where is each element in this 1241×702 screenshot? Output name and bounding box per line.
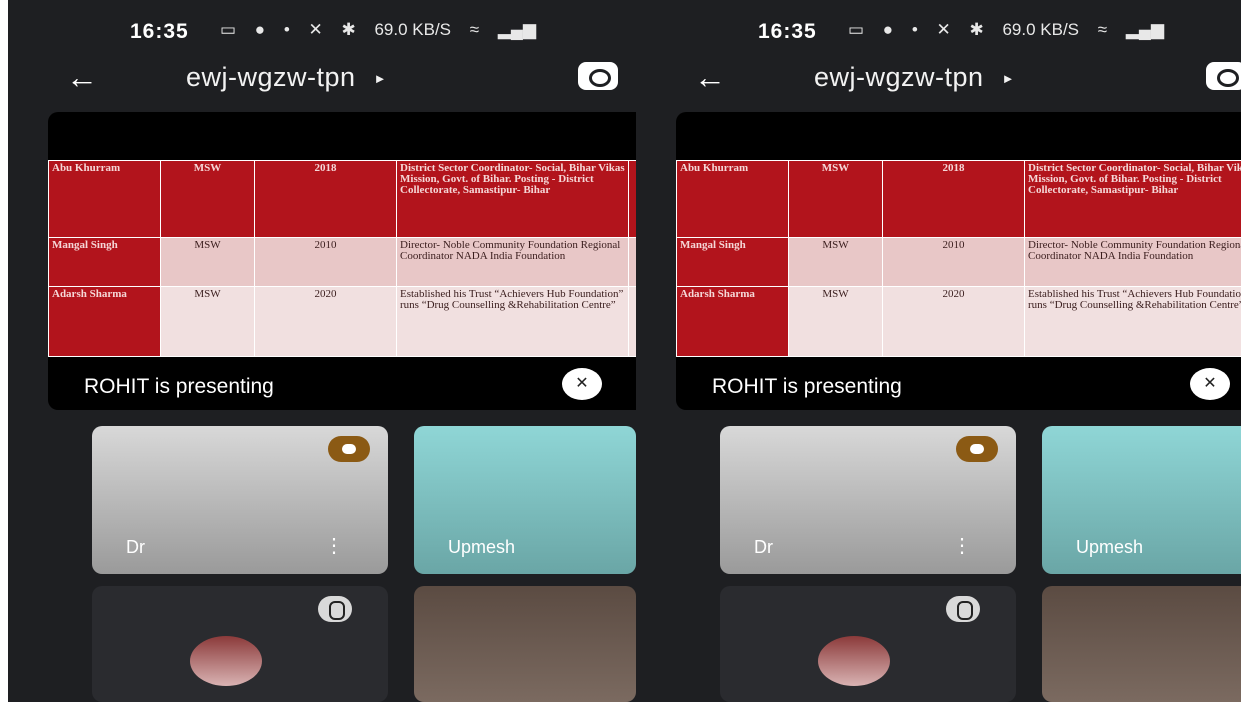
participant-tile-dr[interactable]: Dr ⋮ (720, 426, 1016, 574)
table-cell: MSW (160, 237, 255, 287)
meeting-code-text: ewj-wgzw-tpn (186, 62, 356, 92)
table-cell: MSW (788, 160, 883, 238)
status-icons: ▭ ● • ✕ ✱ 69.0 KB/S ≈ ▂▄▆ (848, 20, 1178, 40)
table-cell: Adarsh Sharma (676, 286, 789, 357)
participant-tile-video[interactable] (1042, 586, 1241, 702)
table-cell: 2018 (254, 160, 397, 238)
table-row: Abu Khurram MSW 2018 District Sector Coo… (48, 160, 636, 238)
table-cell: Mangal Singh (48, 237, 161, 287)
table-cell: 2010 (882, 237, 1025, 287)
table-cell: Abu Khurram (676, 160, 789, 238)
table-cell: Established his Trust “Achievers Hub Fou… (1024, 286, 1241, 357)
wifi-icon: ≈ (469, 20, 480, 39)
table-cell: Established his Trust “Achievers Hub Fou… (396, 286, 629, 357)
signal-icon: ▂▄▆ (497, 20, 537, 39)
table-row: Mangal Singh MSW 2010 Director- Noble Co… (48, 237, 636, 287)
table-row: Adarsh Sharma MSW 2020 Established his T… (676, 286, 1241, 357)
participant-tile-video[interactable] (414, 586, 636, 702)
slide-table: Abu Khurram MSW 2018 District Sector Coo… (48, 160, 636, 357)
speed-text: 69.0 KB/S (374, 20, 452, 39)
slide-table: Abu Khurram MSW 2018 District Sector Coo… (676, 160, 1241, 357)
table-row: Mangal Singh MSW 2010 Director- Noble Co… (676, 237, 1241, 287)
bluetooth-icon: ✱ (969, 20, 984, 39)
wifi-icon: ≈ (1097, 20, 1108, 39)
presentation-card: Abu Khurram MSW 2018 District Sector Coo… (48, 112, 636, 410)
camera-icon: ▭ (848, 20, 865, 39)
meet-screen-right: 16:35 ▭ ● • ✕ ✱ 69.0 KB/S ≈ ▂▄▆ ← ewj-wg… (636, 0, 1241, 702)
table-cell: 2020 (254, 286, 397, 357)
speaking-indicator-icon (328, 436, 370, 462)
table-cell: MSW (788, 286, 883, 357)
participant-name: Upmesh (448, 537, 516, 557)
switch-camera-icon[interactable] (578, 62, 618, 90)
status-bar: 16:35 ▭ ● • ✕ ✱ 69.0 KB/S ≈ ▂▄▆ (636, 0, 1241, 60)
dot-icon: • (911, 20, 918, 39)
table-cell: Adarsh Sharma (48, 286, 161, 357)
table-cell: Director- Noble Community Foundation Reg… (396, 237, 629, 287)
mute-icon: ✕ (936, 20, 951, 39)
speaking-indicator-icon (956, 436, 998, 462)
camera-icon: ▭ (220, 20, 237, 39)
status-icons: ▭ ● • ✕ ✱ 69.0 KB/S ≈ ▂▄▆ (220, 20, 550, 40)
more-options-icon[interactable]: ⋮ (952, 536, 972, 556)
table-cell (628, 237, 636, 287)
table-row: Abu Khurram MSW 2018 District Sector Coo… (676, 160, 1241, 238)
meet-screen-left: 16:35 ▭ ● • ✕ ✱ 69.0 KB/S ≈ ▂▄▆ ← ewj-wg… (8, 0, 636, 702)
table-cell: MSW (788, 237, 883, 287)
presenting-label: ROHIT is presenting (712, 375, 902, 398)
table-cell: MSW (160, 160, 255, 238)
mic-off-icon (946, 596, 980, 622)
presenting-label: ROHIT is presenting (84, 375, 274, 398)
table-cell: 2018 (882, 160, 1025, 238)
table-cell: District Sector Coordinator- Social, Bih… (396, 160, 629, 238)
participant-name: Dr (754, 537, 773, 557)
mic-off-icon (318, 596, 352, 622)
table-cell (628, 286, 636, 357)
status-time: 16:35 (758, 20, 817, 43)
meeting-code[interactable]: ewj-wgzw-tpn ► (814, 62, 1015, 93)
participant-name: Upmesh (1076, 537, 1144, 557)
speed-text: 69.0 KB/S (1002, 20, 1080, 39)
bluetooth-icon: ✱ (341, 20, 356, 39)
participant-tile-upmesh[interactable]: Upmesh (1042, 426, 1241, 574)
avatar (190, 636, 262, 686)
status-time: 16:35 (130, 20, 189, 43)
participant-name: Dr (126, 537, 145, 557)
meeting-topbar: ← ewj-wgzw-tpn ► (636, 60, 1241, 100)
signal-icon: ▂▄▆ (1125, 20, 1165, 39)
table-cell: Mangal Singh (676, 237, 789, 287)
table-cell: Abu Khurram (48, 160, 161, 238)
bell-icon: ● (254, 20, 266, 39)
table-cell: MSW (160, 286, 255, 357)
meeting-code[interactable]: ewj-wgzw-tpn ► (186, 62, 387, 93)
table-row: Adarsh Sharma MSW 2020 Established his T… (48, 286, 636, 357)
status-bar: 16:35 ▭ ● • ✕ ✱ 69.0 KB/S ≈ ▂▄▆ (8, 0, 636, 60)
more-options-icon[interactable]: ⋮ (324, 536, 344, 556)
meeting-code-text: ewj-wgzw-tpn (814, 62, 984, 92)
unpin-icon[interactable]: ✕ (562, 368, 602, 400)
unpin-icon[interactable]: ✕ (1190, 368, 1230, 400)
avatar (818, 636, 890, 686)
participant-tile-muted[interactable] (720, 586, 1016, 702)
bell-icon: ● (882, 20, 894, 39)
table-cell: District Sector Coordinator- Social, Bih… (1024, 160, 1241, 238)
participant-tile-dr[interactable]: Dr ⋮ (92, 426, 388, 574)
table-cell (628, 160, 636, 238)
caret-right-icon: ► (1001, 71, 1015, 87)
caret-right-icon: ► (373, 71, 387, 87)
participant-tile-muted[interactable] (92, 586, 388, 702)
table-cell: 2020 (882, 286, 1025, 357)
table-cell: Director- Noble Community Foundation Reg… (1024, 237, 1241, 287)
switch-camera-icon[interactable] (1206, 62, 1241, 90)
back-arrow-icon[interactable]: ← (694, 60, 726, 94)
participant-tile-upmesh[interactable]: Upmesh (414, 426, 636, 574)
dot-icon: • (283, 20, 290, 39)
meeting-topbar: ← ewj-wgzw-tpn ► (8, 60, 636, 100)
back-arrow-icon[interactable]: ← (66, 60, 98, 94)
table-cell: 2010 (254, 237, 397, 287)
mute-icon: ✕ (308, 20, 323, 39)
presentation-card: Abu Khurram MSW 2018 District Sector Coo… (676, 112, 1241, 410)
